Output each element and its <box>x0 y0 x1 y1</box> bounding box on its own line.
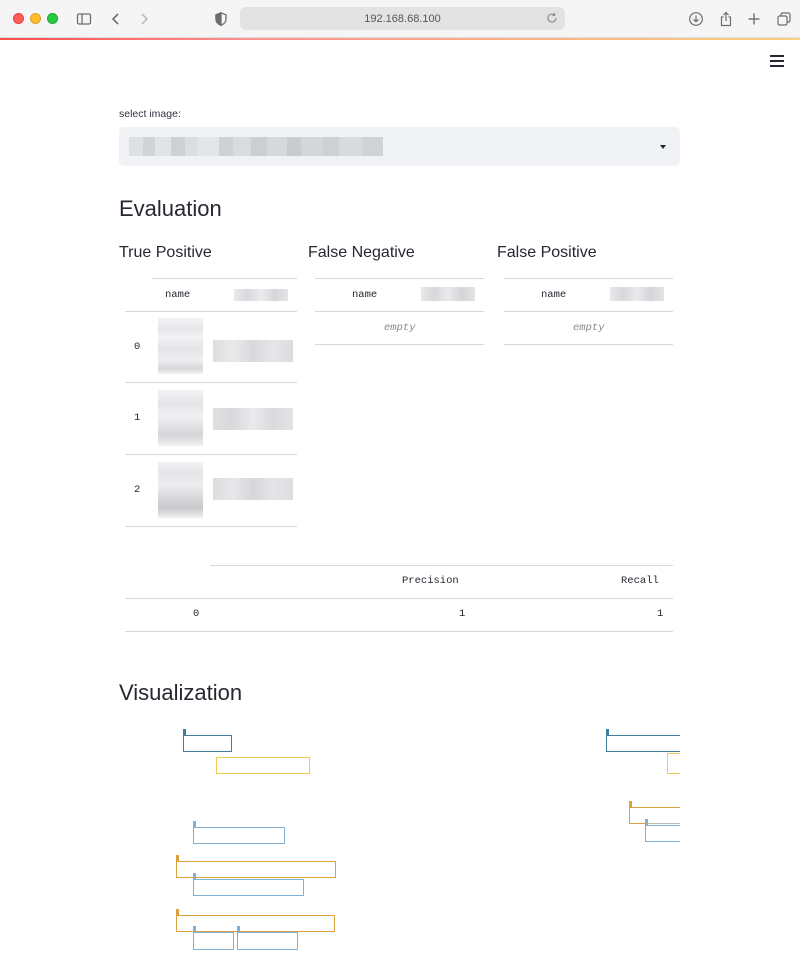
bounding-box-visualization <box>176 729 680 950</box>
select-image-dropdown[interactable] <box>119 127 680 166</box>
redacted-column-header <box>234 289 288 301</box>
bounding-box <box>193 827 285 844</box>
redacted-value-cell <box>213 340 293 362</box>
visualization-heading: Visualization <box>119 680 243 705</box>
bounding-box-tag <box>193 873 196 879</box>
bounding-box <box>606 735 680 752</box>
column-header-name: name <box>165 289 191 301</box>
bounding-box-tag <box>176 855 179 861</box>
bounding-box-tag <box>183 729 186 735</box>
row-index: 1 <box>134 412 141 424</box>
empty-table-text: empty <box>573 322 605 334</box>
row-index: 0 <box>193 608 200 620</box>
app-loading-bar <box>0 38 800 40</box>
bounding-box <box>183 735 232 752</box>
back-icon[interactable] <box>106 9 126 29</box>
false-positive-heading: False Positive <box>497 244 597 261</box>
sidebar-toggle-icon[interactable] <box>74 9 94 29</box>
redacted-selected-value <box>129 137 383 156</box>
recall-value: 1 <box>657 608 664 620</box>
browser-toolbar: 192.168.68.100 <box>0 0 800 38</box>
bounding-box-tag <box>193 926 196 932</box>
downloads-icon[interactable] <box>686 9 706 29</box>
close-window-button[interactable] <box>13 13 24 24</box>
column-header-recall: Recall <box>621 575 659 587</box>
redacted-value-cell <box>213 478 293 500</box>
main-menu-icon[interactable] <box>770 54 784 68</box>
forward-icon[interactable] <box>134 9 154 29</box>
bounding-box <box>216 757 310 774</box>
column-header-name: name <box>541 289 567 301</box>
redacted-column-header <box>421 287 475 301</box>
reload-icon[interactable] <box>546 12 558 24</box>
bounding-box-tag <box>629 801 632 807</box>
tab-overview-icon[interactable] <box>774 9 794 29</box>
bounding-box <box>176 915 335 932</box>
bounding-box-tag <box>237 926 240 932</box>
true-positive-heading: True Positive <box>119 244 212 261</box>
chevron-down-icon <box>660 145 666 149</box>
bounding-box <box>667 753 680 774</box>
privacy-shield-icon[interactable] <box>211 9 231 29</box>
precision-value: 1 <box>459 608 466 620</box>
select-image-label: select image: <box>119 108 181 120</box>
column-header-name: name <box>352 289 378 301</box>
bounding-box <box>193 879 304 896</box>
new-tab-icon[interactable] <box>744 9 764 29</box>
column-header-precision: Precision <box>402 575 459 587</box>
redacted-value-cell <box>213 408 293 430</box>
bounding-box <box>193 932 234 950</box>
row-index: 0 <box>134 341 141 353</box>
bounding-box-tag <box>645 819 648 825</box>
share-icon[interactable] <box>716 9 736 29</box>
bounding-box-tag <box>176 909 179 915</box>
evaluation-heading: Evaluation <box>119 196 222 221</box>
redacted-name-cell <box>158 390 203 446</box>
redacted-column-header <box>610 287 664 301</box>
bounding-box <box>237 932 298 950</box>
address-bar[interactable]: 192.168.68.100 <box>240 7 565 30</box>
row-index: 2 <box>134 484 141 496</box>
redacted-name-cell <box>158 318 203 374</box>
redacted-name-cell <box>158 462 203 518</box>
zoom-window-button[interactable] <box>47 13 58 24</box>
bounding-box <box>629 807 680 824</box>
bounding-box <box>645 825 680 842</box>
url-text: 192.168.68.100 <box>364 12 441 25</box>
bounding-box-tag <box>606 729 609 735</box>
minimize-window-button[interactable] <box>30 13 41 24</box>
empty-table-text: empty <box>384 322 416 334</box>
bounding-box-tag <box>193 821 196 827</box>
bounding-box <box>176 861 336 878</box>
false-negative-heading: False Negative <box>308 244 415 261</box>
